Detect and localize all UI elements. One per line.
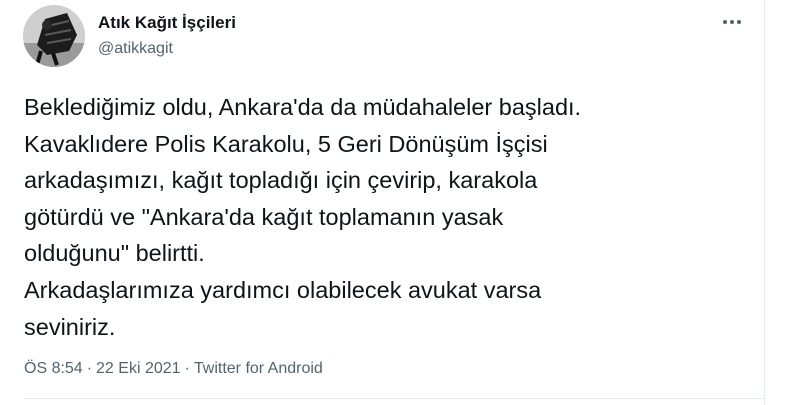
more-horizontal-icon xyxy=(723,20,727,24)
tweet-source-link[interactable]: Twitter for Android xyxy=(194,360,323,377)
meta-separator: · xyxy=(86,360,93,377)
tweet-text-line: götürdü ve "Ankara'da kağıt toplamanın y… xyxy=(24,203,504,230)
tweet-text-line: Kavaklıdere Polis Karakolu, 5 Geri Dönüş… xyxy=(24,130,548,157)
author-handle[interactable]: @atikkagit xyxy=(98,38,236,60)
waste-paper-worker-avatar-icon xyxy=(23,5,85,67)
tweet-text: Beklediğimiz oldu, Ankara'da da müdahale… xyxy=(24,89,759,345)
author-display-name[interactable]: Atık Kağıt İşçileri xyxy=(98,12,236,34)
tweet-text-line: seviniriz. xyxy=(24,313,116,340)
tweet-card: Atık Kağıt İşçileri @atikkagit Beklediği… xyxy=(0,0,765,405)
more-options-button[interactable] xyxy=(715,10,749,34)
more-horizontal-icon-dot xyxy=(737,20,741,24)
tweet-text-line: arkadaşımızı, kağıt topladığı için çevir… xyxy=(24,167,538,194)
tweet-text-line: olduğunu" belirtti. xyxy=(24,240,205,267)
tweet-meta: ÖS 8:54 · 22 Eki 2021 · Twitter for Android xyxy=(24,357,323,381)
tweet-text-line: Arkadaşlarımıza yardımcı olabilecek avuk… xyxy=(24,276,542,303)
author-block: Atık Kağıt İşçileri @atikkagit xyxy=(98,12,236,60)
tweet-time[interactable]: ÖS 8:54 xyxy=(24,360,83,377)
meta-separator: · xyxy=(184,360,190,377)
tweet-text-line: Beklediğimiz oldu, Ankara'da da müdahale… xyxy=(24,94,582,120)
avatar[interactable] xyxy=(23,5,85,67)
tweet-date[interactable]: 22 Eki 2021 xyxy=(96,360,181,377)
more-horizontal-icon-dot xyxy=(730,20,734,24)
divider xyxy=(24,398,764,399)
